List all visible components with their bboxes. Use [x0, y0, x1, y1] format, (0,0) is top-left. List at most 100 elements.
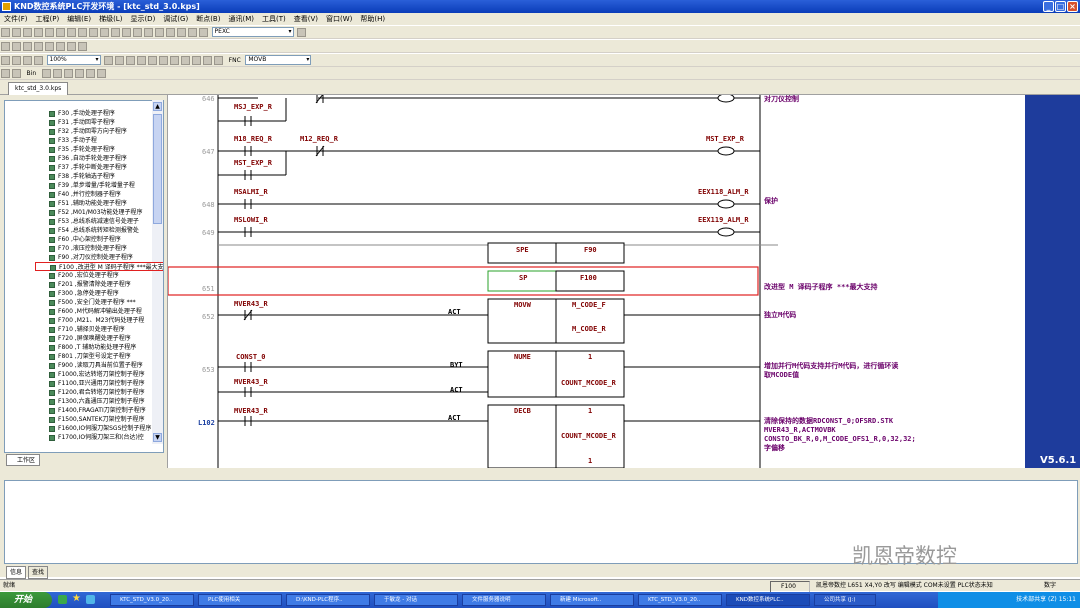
comment-icon[interactable] — [214, 56, 224, 65]
tree-item[interactable]: F36 ,自动手轮处理子程序 — [49, 154, 127, 163]
pin-icon[interactable] — [1, 42, 10, 51]
menu-window[interactable]: 窗口(W) — [322, 13, 356, 25]
zoom-combo[interactable]: 100% — [46, 55, 101, 65]
tree-item[interactable]: F1400,FRAGATI刀架控制子程序 — [49, 406, 146, 415]
tree-item[interactable]: F39 ,单步增量/手轮增量子程 — [49, 181, 135, 190]
vline-icon[interactable] — [148, 56, 158, 65]
menu-comm[interactable]: 通讯(M) — [224, 13, 258, 25]
scroll-thumb[interactable] — [153, 114, 162, 224]
taskbar-task[interactable]: 新建 Microsoft.. — [550, 594, 634, 606]
taskbar-task[interactable]: D:\KND-PLC程序.. — [286, 594, 370, 606]
force-icon[interactable] — [52, 69, 62, 78]
menu-tools[interactable]: 工具(T) — [258, 13, 290, 25]
tree-item[interactable]: F30 ,手动处理子程序 — [49, 109, 115, 118]
table-icon[interactable] — [23, 42, 32, 51]
tree-item[interactable]: F900 ,读取刀具当前位置子程序 — [49, 361, 143, 370]
forward-icon[interactable] — [12, 56, 21, 65]
pause-icon[interactable] — [12, 69, 21, 78]
tree-item[interactable]: F53 ,总线系统减速信号处理子 — [49, 217, 139, 226]
tree-item[interactable]: F52 ,M01/M03功能处理子程序 — [49, 208, 143, 217]
tree-item[interactable]: F1500,SANTEK刀架控制子程序 — [49, 415, 145, 424]
tree-item[interactable]: F500 ,安全门处理子程序 *** — [49, 298, 136, 307]
save-all-icon[interactable] — [34, 28, 43, 37]
menu-view[interactable]: 查看(V) — [290, 13, 322, 25]
tree-item[interactable]: F32 ,手动回零方向子程序 — [49, 127, 127, 136]
open-icon[interactable] — [12, 28, 21, 37]
monitor-icon[interactable] — [122, 28, 131, 37]
scroll-down-icon[interactable]: ▼ — [153, 433, 162, 442]
cut-icon[interactable] — [155, 28, 164, 37]
redo-icon[interactable] — [56, 28, 65, 37]
window-icon[interactable] — [67, 28, 76, 37]
tree-item[interactable]: F70 ,液压控制处理子程序 — [49, 244, 127, 253]
run-icon[interactable] — [1, 69, 10, 78]
document-tab[interactable]: ktc_std_3.0.kps — [8, 82, 69, 95]
print-icon[interactable] — [144, 28, 153, 37]
tree-item[interactable]: F1600,IO伺服刀架SGS控制子程序 — [49, 424, 151, 433]
taskbar-task[interactable]: 于敏龙 - 对话 — [374, 594, 458, 606]
tree-item[interactable]: F710 ,辅择贝处理子程序 — [49, 325, 125, 334]
tree-item[interactable]: F51 ,辅助功能处理子程序 — [49, 199, 127, 208]
upload-icon[interactable] — [100, 28, 109, 37]
menu-rung[interactable]: 梯级(L) — [95, 13, 126, 25]
reset-icon[interactable] — [192, 56, 202, 65]
maximize-button[interactable]: □ — [1055, 1, 1066, 12]
start-button[interactable]: 开始 — [0, 592, 52, 608]
tree-item[interactable]: F35 ,手轮处理子程序 — [49, 145, 115, 154]
tree-item[interactable]: F1300,六鑫通压刀架控制子程序 — [49, 397, 145, 406]
symbol-icon[interactable] — [45, 42, 54, 51]
binoculars-icon[interactable] — [297, 28, 307, 37]
bulb-icon[interactable] — [199, 28, 208, 37]
stop-icon[interactable] — [133, 28, 142, 37]
tree-item[interactable]: F40 ,并行控制器子程序 — [49, 190, 121, 199]
search-combo[interactable]: PEXC — [211, 27, 294, 37]
undo-icon[interactable] — [45, 28, 54, 37]
tree-item[interactable]: F1200,君合转塔刀架控制子程序 — [49, 388, 145, 397]
quicklaunch-icon[interactable] — [58, 595, 67, 604]
zoom-out-icon[interactable] — [34, 56, 43, 65]
tree-icon[interactable] — [12, 42, 21, 51]
taskbar-task[interactable]: KTC_STD_V3.0_20.. — [110, 594, 194, 606]
delete-icon[interactable] — [188, 28, 197, 37]
tree-item[interactable]: F33 ,手动子程 — [49, 136, 97, 145]
compile-icon[interactable] — [78, 28, 87, 37]
tree-item[interactable]: F60 ,中心架控制子程序 — [49, 235, 121, 244]
rung-delete-icon[interactable] — [170, 56, 180, 65]
diagnose-icon[interactable] — [67, 42, 76, 51]
taskbar-share[interactable]: 公司共享 (J:) — [814, 594, 876, 606]
tree-item[interactable]: F38 ,手轮轴选子程序 — [49, 172, 115, 181]
minimize-button[interactable]: _ — [1043, 1, 1054, 12]
close-button[interactable]: × — [1067, 1, 1078, 12]
desktop-icon[interactable] — [86, 595, 95, 604]
menu-help[interactable]: 帮助(H) — [356, 13, 389, 25]
copy-icon[interactable] — [166, 28, 175, 37]
tree-item[interactable]: F700 ,M21、M23代码处理子程 — [49, 316, 144, 325]
tab-search[interactable]: 查找 — [27, 566, 48, 579]
ladder-diagram[interactable]: 646 MSJ_EXP_R 对刀仪控制 647 M18_REQ_R M12_REQ_R MS… — [168, 95, 1025, 468]
tree-item[interactable]: F300 ,急停处理子程序 — [49, 289, 119, 298]
menu-breakpoint[interactable]: 断点(B) — [192, 13, 224, 25]
grid-icon[interactable] — [34, 42, 43, 51]
tree-item[interactable]: F90 ,对刀仪控制处理子程序 — [49, 253, 133, 262]
bin-label[interactable]: Bin — [25, 67, 39, 80]
network-icon[interactable] — [78, 42, 87, 51]
tree-item[interactable]: F1000,宏达转塔刀架控制子程序 — [49, 370, 145, 379]
new-icon[interactable] — [1, 28, 10, 37]
monitor-value-icon[interactable] — [41, 69, 51, 78]
menu-display[interactable]: 显示(D) — [126, 13, 159, 25]
menu-debug[interactable]: 调试(G) — [159, 13, 192, 25]
contact-nc-icon[interactable] — [115, 56, 125, 65]
tab-info[interactable]: 信息 — [6, 566, 27, 579]
tree-item[interactable]: F31 ,手动回零子程序 — [49, 118, 115, 127]
save-icon[interactable] — [23, 28, 32, 37]
contact-no-icon[interactable] — [104, 56, 114, 65]
tree-item[interactable]: F1100,亚兴通用刀架控制子程序 — [49, 379, 145, 388]
taskbar-task[interactable]: 文件服务器说明 — [462, 594, 546, 606]
menu-project[interactable]: 工程(P) — [32, 13, 64, 25]
tree-item[interactable]: F100 ,改进型 M 译码子程序 ***最大支持M00~M4000*** — [35, 262, 163, 271]
star-icon[interactable]: ★ — [72, 593, 81, 604]
coil-icon[interactable] — [126, 56, 136, 65]
taskbar-task[interactable]: KND数控系统PLC.. — [726, 594, 810, 606]
tree-item[interactable]: F800 ,T 辅助功能处理子程序 — [49, 343, 136, 352]
set-icon[interactable] — [181, 56, 191, 65]
